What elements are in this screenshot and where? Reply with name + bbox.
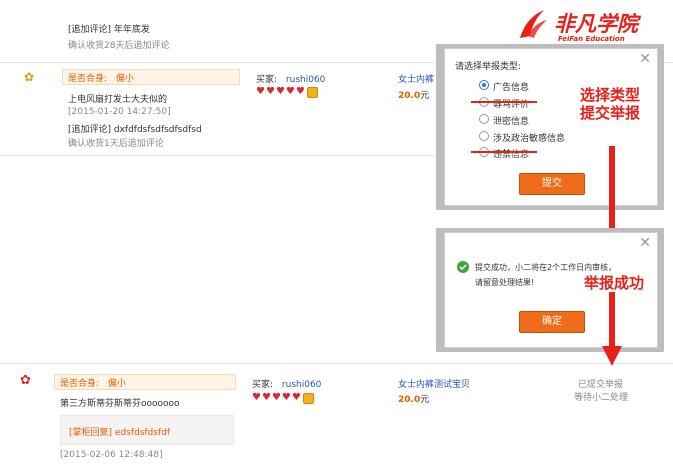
brand-logo: 非凡学院 FeiFan Education — [514, 6, 664, 46]
success-check-icon — [457, 261, 469, 273]
medal-icon — [302, 393, 314, 404]
row-divider — [0, 363, 673, 364]
heart-icon: ♥ — [295, 86, 305, 97]
report-status-detail: 等待小二处理 — [574, 393, 629, 403]
buyer-name-link[interactable]: rushi060 — [286, 75, 325, 85]
price-unit: 元 — [420, 395, 430, 405]
confirm-button[interactable]: 确定 — [519, 311, 585, 333]
heart-icon: ♥ — [252, 392, 261, 403]
radio-political[interactable] — [479, 131, 489, 141]
radio-ad[interactable] — [479, 80, 489, 90]
strikethrough-annotation — [471, 101, 537, 103]
annotation-success: 举报成功 — [584, 274, 645, 292]
heart-icon: ♥ — [261, 392, 271, 403]
row-divider — [0, 155, 440, 156]
success-message-2: 请留意处理结果! — [475, 278, 535, 287]
logo-icon — [520, 10, 547, 38]
heart-icon: ♥ — [271, 392, 281, 403]
report-modal-title: 请选择举报类型: — [455, 62, 522, 72]
heart-icon: ♥ — [265, 86, 275, 97]
radio-leak[interactable] — [479, 114, 489, 124]
logo-subtitle: FeiFan Education — [558, 35, 625, 43]
option-label: 违禁信息 — [493, 150, 530, 160]
option-label: 泄密信息 — [493, 117, 530, 127]
fit-label: 是否合身: — [68, 74, 108, 84]
annotation-submit: 提交举报 — [580, 104, 641, 122]
heart-icon: ♥ — [256, 86, 265, 97]
fit-label: 是否合身: — [60, 379, 100, 389]
seller-reply-box: [掌柜回复] edsfdsfdsfdf — [60, 415, 234, 445]
buyer-credit-hearts: ♥ ♥ ♥ ♥ ♥ — [256, 87, 318, 98]
medal-icon — [306, 87, 318, 98]
followup-title: [追加评论] dxfdfdsfsdfsdfsdfsd — [68, 125, 202, 135]
buyer-name-link[interactable]: rushi060 — [282, 380, 321, 390]
review-date: [2015-01-20 14:27:50] — [68, 107, 171, 117]
price-value: 20.0 — [398, 91, 421, 101]
logo-text: 非凡学院 — [554, 12, 638, 36]
review-content: 第三方斯蒂芬斯蒂芬ooooooo — [60, 399, 180, 409]
close-icon[interactable]: ✕ — [639, 52, 651, 66]
close-icon[interactable]: ✕ — [639, 236, 651, 250]
buyer-label: 买家: — [256, 75, 278, 85]
buyer-credit-hearts: ♥ ♥ ♥ ♥ ♥ — [252, 393, 314, 404]
arrow-down-icon — [602, 292, 622, 366]
submit-button[interactable]: 提交 — [519, 173, 585, 195]
seller-reply: [掌柜回复] edsfdsfdsfdf — [69, 428, 171, 438]
heart-icon: ♥ — [275, 86, 285, 97]
price-unit: 元 — [420, 91, 430, 101]
top-followup-meta: 确认收货28天后追加评论 — [68, 41, 170, 51]
strikethrough-annotation — [471, 151, 537, 153]
product-link[interactable]: 女士内裤测试宝贝 — [398, 377, 470, 390]
fit-value: 偏小 — [115, 74, 134, 84]
followup-meta: 确认收货1天后追加评论 — [68, 139, 164, 149]
good-rating-icon: ✿ — [20, 373, 31, 388]
heart-icon: ♥ — [291, 392, 301, 403]
review-content: 上电风扇打发士大夫似的 — [68, 95, 168, 105]
price-value: 20.0 — [398, 395, 421, 405]
product-link[interactable]: 女士内裤 — [398, 72, 434, 85]
option-label: 涉及政治敏感信息 — [493, 134, 566, 144]
heart-icon: ♥ — [285, 86, 295, 97]
heart-icon: ♥ — [281, 392, 291, 403]
option-label: 广告信息 — [493, 83, 530, 93]
neutral-rating-icon: ✿ — [24, 70, 35, 84]
report-modal: ✕ 请选择举报类型: 广告信息 辱骂评价 泄密信息 涉及政治敏感信息 违禁信息 … — [444, 48, 658, 206]
top-followup-title: [追加评论] 年年底发 — [68, 25, 150, 35]
report-status: 已提交举报 — [578, 380, 624, 390]
buyer-label: 买家: — [252, 380, 274, 390]
option-label: 辱骂评价 — [493, 100, 530, 110]
review-date: [2015-02-06 12:48:48] — [60, 450, 163, 460]
fit-value: 偏小 — [107, 379, 126, 389]
